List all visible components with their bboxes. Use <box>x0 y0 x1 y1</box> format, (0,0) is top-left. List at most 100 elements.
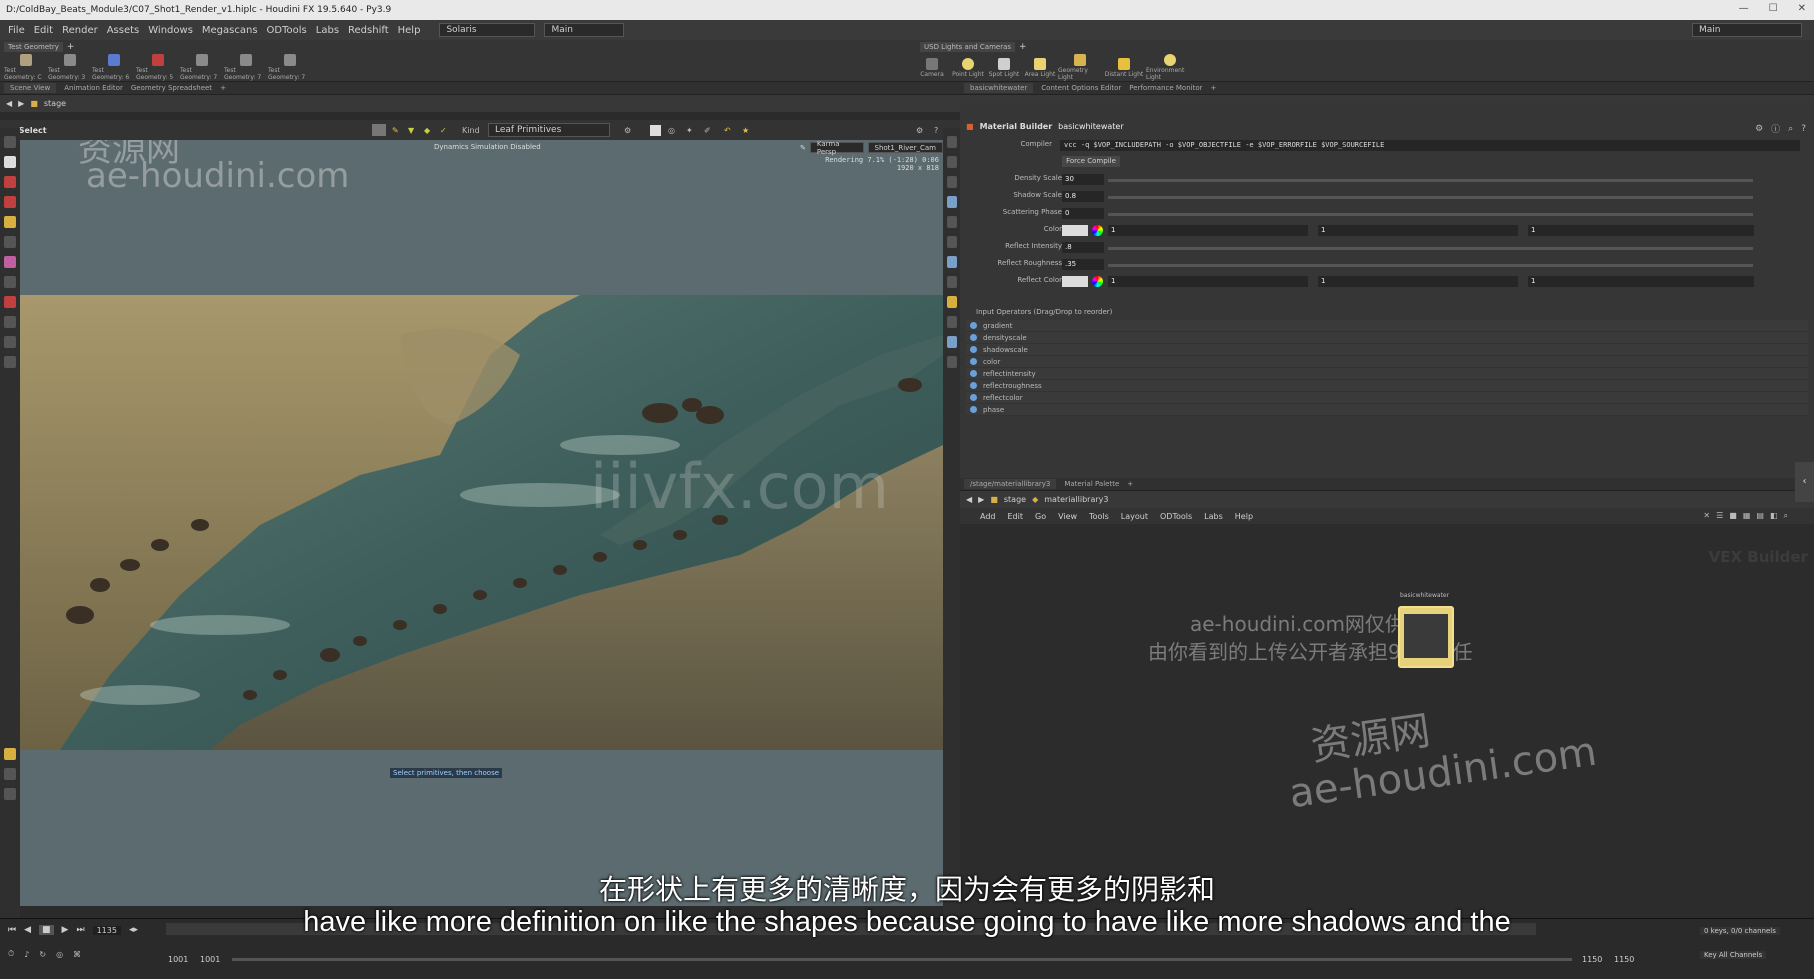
param-value-field[interactable]: 0.8 <box>1062 191 1104 202</box>
render-region-icon[interactable] <box>4 748 16 760</box>
menu-layout[interactable]: Layout <box>1121 512 1148 521</box>
particles-icon[interactable] <box>946 316 957 328</box>
ghost-icon[interactable] <box>946 176 957 188</box>
shelf-tab-usd-lights[interactable]: USD Lights and Cameras <box>920 42 1016 52</box>
menu-help[interactable]: Help <box>1235 512 1253 521</box>
network-tools-icons[interactable]: ✕☰■▦▤◧⌕ <box>1703 511 1794 521</box>
menu-odtools[interactable]: ODTools <box>267 25 307 36</box>
pose-icon[interactable] <box>4 236 16 248</box>
snapshot-icon[interactable] <box>4 768 16 780</box>
color-swatch[interactable] <box>1062 276 1088 287</box>
highlight-icon[interactable]: ★ <box>742 126 749 135</box>
camera-select[interactable]: Shot1_River_Cam <box>867 142 943 153</box>
snap-icon[interactable]: ⚙ <box>624 126 631 135</box>
add-tab-icon[interactable]: + <box>220 84 226 92</box>
display-options-icon[interactable] <box>4 788 16 800</box>
shelf-tool-camera[interactable]: Camera <box>914 57 950 78</box>
tab-parameters[interactable]: basicwhitewater <box>964 83 1034 93</box>
shelf-tool-test-geometry[interactable]: Test Geometry: 5 <box>136 54 180 81</box>
tab-geometry-spreadsheet[interactable]: Geometry Spreadsheet <box>131 84 212 92</box>
tab-network[interactable]: /stage/materiallibrary3 <box>964 479 1057 489</box>
tab-animation-editor[interactable]: Animation Editor <box>64 84 123 92</box>
back-icon[interactable]: ◀ <box>6 99 12 108</box>
forward-icon[interactable]: ▶ <box>978 495 984 504</box>
arrow-icon[interactable]: ◆ <box>424 126 430 135</box>
help-icon[interactable]: ? <box>1801 124 1806 134</box>
compiler-field[interactable]: vcc -q $VOP_INCLUDEPATH -o $VOP_OBJECTFI… <box>1060 140 1800 151</box>
tab-content-options[interactable]: Content Options Editor <box>1041 84 1121 92</box>
color-b-field[interactable]: 1 <box>1528 276 1754 287</box>
shelf-tool-test-geometry[interactable]: Test Geometry: 7 <box>224 54 268 81</box>
param-slider[interactable] <box>1108 247 1753 250</box>
paint-icon[interactable]: ✦ <box>686 126 693 135</box>
menu-redshift[interactable]: Redshift <box>348 25 389 36</box>
menu-edit[interactable]: Edit <box>1008 512 1024 521</box>
shelf-tool-test-geometry[interactable]: Test Geometry: 7 <box>268 54 312 81</box>
list-item[interactable]: reflectroughness <box>966 380 1808 392</box>
grid-icon[interactable] <box>946 276 957 288</box>
scale-icon[interactable] <box>4 216 16 228</box>
color-swatch[interactable] <box>1062 225 1088 236</box>
key-all-channels-button[interactable]: Key All Channels <box>1700 951 1767 959</box>
shelf-tool-distant-light[interactable]: Distant Light <box>1102 57 1146 78</box>
menu-view[interactable]: View <box>1058 512 1077 521</box>
menu-go[interactable]: Go <box>1035 512 1046 521</box>
param-slider[interactable] <box>1108 213 1753 216</box>
color-r-field[interactable]: 1 <box>1108 225 1308 236</box>
param-slider[interactable] <box>1108 196 1753 199</box>
paint-tool-icon[interactable] <box>4 276 16 288</box>
undo-icon[interactable]: ↶ <box>724 126 731 135</box>
shelf-tool-point-light[interactable]: Point Light <box>950 57 986 78</box>
path-stage[interactable]: stage <box>1004 495 1026 504</box>
keys-icon[interactable]: ⌘ <box>73 950 81 959</box>
network-select[interactable]: Main <box>544 23 625 37</box>
back-icon[interactable]: ◀ <box>966 495 972 504</box>
color-b-field[interactable]: 1 <box>1528 225 1754 236</box>
forward-icon[interactable]: ▶ <box>18 99 24 108</box>
minimize-icon[interactable]: — <box>1739 3 1749 14</box>
menu-render[interactable]: Render <box>62 25 98 36</box>
node-name-field[interactable]: basicwhitewater <box>1058 122 1123 131</box>
menu-add[interactable]: Add <box>980 512 996 521</box>
display-icon[interactable] <box>650 124 661 136</box>
playback-end-field[interactable]: 1150 <box>1582 955 1602 964</box>
translate-icon[interactable] <box>4 176 16 188</box>
param-value-field[interactable]: .8 <box>1062 242 1104 253</box>
material-builder-node[interactable] <box>1398 606 1454 668</box>
shelf-tool-test-geometry[interactable]: Test Geometry: C <box>4 54 48 81</box>
color-g-field[interactable]: 1 <box>1318 276 1518 287</box>
measure-icon[interactable] <box>4 316 16 328</box>
renderer-select[interactable]: Karma Persp <box>809 140 864 156</box>
shelf-tool-test-geometry[interactable]: Test Geometry: 3 <box>48 54 92 81</box>
display-toggle-icon[interactable] <box>946 136 957 148</box>
force-compile-button[interactable]: Force Compile <box>1062 156 1120 167</box>
lock-icon[interactable] <box>946 156 957 168</box>
menu-odtools[interactable]: ODTools <box>1160 512 1192 521</box>
pane-collapse-button[interactable]: ‹ <box>1795 462 1814 502</box>
light-icon[interactable] <box>946 256 957 268</box>
settings-icon[interactable]: ⚙ <box>916 126 923 135</box>
camera-view-icon[interactable] <box>946 296 957 308</box>
add-tab-icon[interactable]: + <box>1211 84 1217 92</box>
menu-assets[interactable]: Assets <box>107 25 140 36</box>
audio-icon[interactable]: ♪ <box>24 950 29 959</box>
selection-kind-select[interactable]: Leaf Primitives <box>488 123 610 137</box>
search-icon[interactable]: ⌕ <box>1788 124 1793 134</box>
list-item[interactable]: reflectintensity <box>966 368 1808 380</box>
help-icon[interactable]: ? <box>934 126 938 135</box>
color-g-field[interactable]: 1 <box>1318 225 1518 236</box>
handle-icon[interactable] <box>4 256 16 268</box>
menu-tools[interactable]: Tools <box>1089 512 1109 521</box>
view-icon[interactable] <box>4 156 16 168</box>
start-frame-field[interactable]: 1001 <box>168 955 188 964</box>
camera-tool-icon[interactable] <box>4 336 16 348</box>
brush-icon[interactable]: ✎ <box>392 126 399 135</box>
tab-scene-view[interactable]: Scene View <box>4 83 57 93</box>
end-frame-field[interactable]: 1150 <box>1614 955 1634 964</box>
lasso-icon[interactable]: ◎ <box>668 126 675 135</box>
menu-file[interactable]: File <box>8 25 25 36</box>
list-item[interactable]: densityscale <box>966 332 1808 344</box>
param-value-field[interactable]: 0 <box>1062 208 1104 219</box>
info-icon[interactable]: ⓘ <box>1771 122 1780 135</box>
list-item[interactable]: reflectcolor <box>966 392 1808 404</box>
